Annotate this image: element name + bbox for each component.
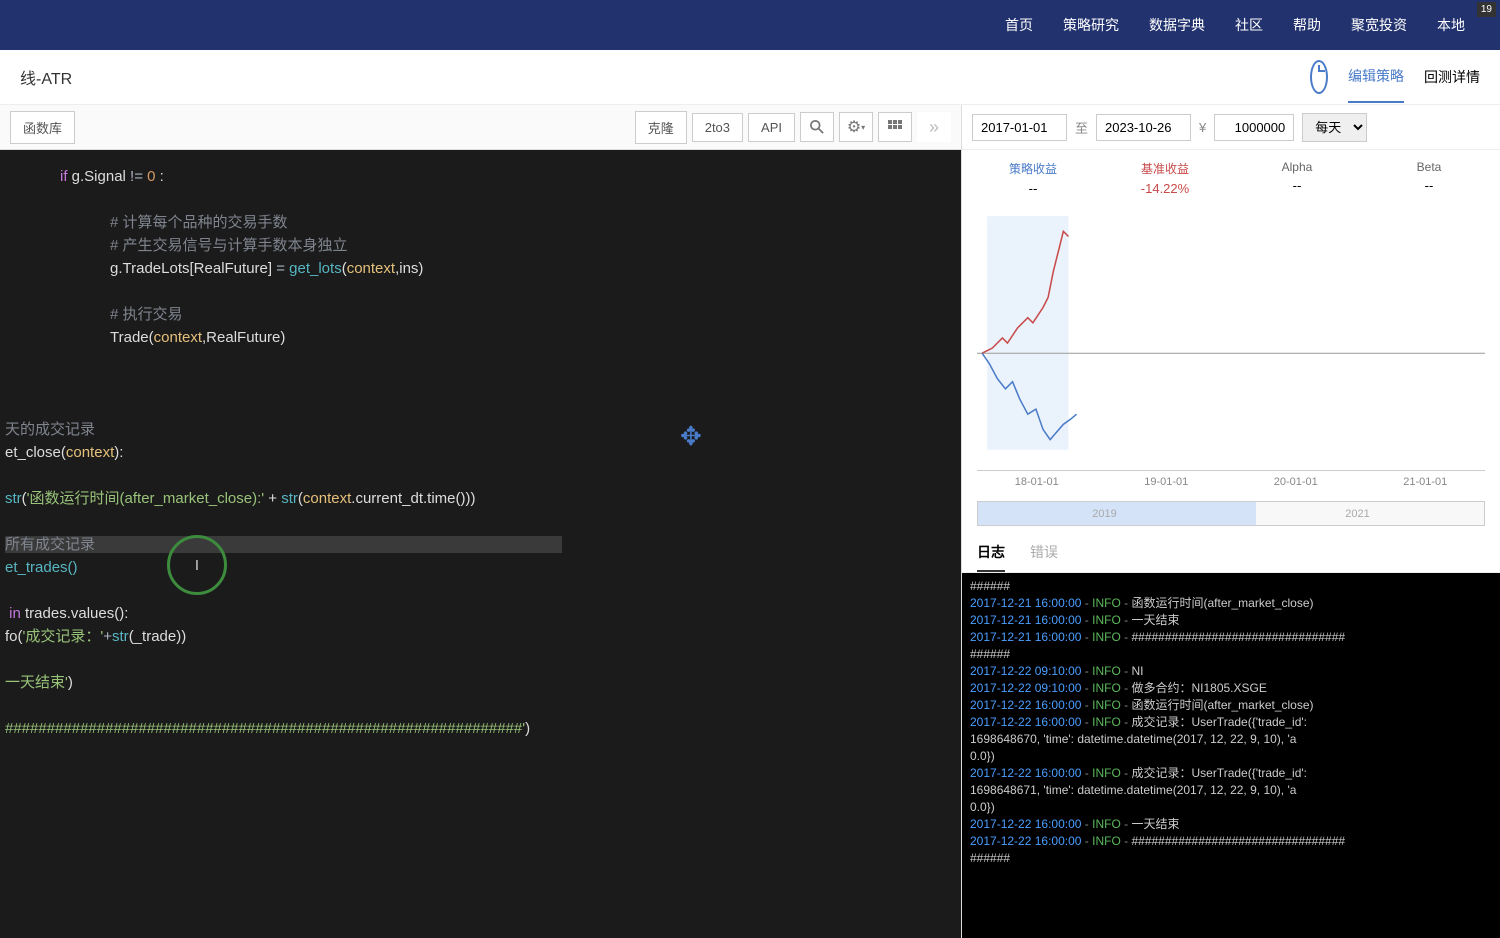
nav-research[interactable]: 策略研究 <box>1063 15 1119 35</box>
metric-strategy-return-label: 策略收益 <box>967 160 1099 177</box>
time-range-slider[interactable]: 20192021 <box>977 501 1485 526</box>
metrics-row: 策略收益-- 基准收益-14.22% Alpha-- Beta-- <box>962 150 1500 206</box>
top-nav: 首页 策略研究 数据字典 社区 帮助 聚宽投资 本地 19 <box>0 0 1500 50</box>
nav-help[interactable]: 帮助 <box>1293 15 1321 35</box>
func-lib-button[interactable]: 函数库 <box>10 111 75 144</box>
metric-strategy-return-value: -- <box>967 181 1099 196</box>
editor-toolbar: 函数库 克隆 2to3 API ⚙▾ » <box>0 105 961 150</box>
more-icon[interactable]: » <box>917 112 951 142</box>
metric-benchmark-return-value: -14.22% <box>1099 181 1231 196</box>
metric-beta-label: Beta <box>1363 160 1495 174</box>
log-tabs: 日志 错误 <box>962 534 1500 573</box>
capital-input[interactable] <box>1214 114 1294 141</box>
search-icon[interactable] <box>800 112 834 142</box>
currency-label: ¥ <box>1199 120 1206 135</box>
metric-alpha-label: Alpha <box>1231 160 1363 174</box>
gear-icon[interactable]: ⚙▾ <box>839 112 873 142</box>
tab-backtest-detail[interactable]: 回测详情 <box>1424 52 1480 102</box>
nav-invest[interactable]: 聚宽投资 <box>1351 15 1407 35</box>
date-separator: 至 <box>1075 118 1088 137</box>
nav-dict[interactable]: 数据字典 <box>1149 15 1205 35</box>
returns-chart[interactable] <box>977 206 1485 471</box>
clock-icon[interactable] <box>1310 60 1328 94</box>
api-button[interactable]: API <box>748 113 795 142</box>
tab-log[interactable]: 日志 <box>977 542 1005 572</box>
start-date-input[interactable] <box>972 114 1067 141</box>
metric-benchmark-return-label: 基准收益 <box>1099 160 1231 177</box>
nav-community[interactable]: 社区 <box>1235 15 1263 35</box>
strategy-title: 线-ATR <box>20 65 72 89</box>
clone-button[interactable]: 克隆 <box>635 111 687 144</box>
notification-badge[interactable]: 19 <box>1477 2 1496 17</box>
nav-local[interactable]: 本地 <box>1437 15 1465 35</box>
tab-error[interactable]: 错误 <box>1030 542 1058 572</box>
metric-alpha-value: -- <box>1231 178 1363 193</box>
text-cursor-indicator: I <box>167 535 227 595</box>
frequency-select[interactable]: 每天 <box>1302 113 1367 142</box>
nav-home[interactable]: 首页 <box>1005 15 1033 35</box>
metric-beta-value: -- <box>1363 178 1495 193</box>
move-icon[interactable]: ✥ <box>680 425 702 448</box>
log-output[interactable]: ######2017-12-21 16:00:00 - INFO - 函数运行时… <box>962 573 1500 938</box>
tab-edit-strategy[interactable]: 编辑策略 <box>1348 51 1404 103</box>
2to3-button[interactable]: 2to3 <box>692 113 743 142</box>
backtest-params: 至 ¥ 每天 <box>962 105 1500 150</box>
end-date-input[interactable] <box>1096 114 1191 141</box>
code-editor[interactable]: if g.Signal != 0 : # 计算每个品种的交易手数 # 产生交易信… <box>0 150 961 938</box>
sub-header: 线-ATR 编辑策略 回测详情 <box>0 50 1500 105</box>
grid-icon[interactable] <box>878 112 912 142</box>
chart-x-axis: 18-01-0119-01-0120-01-0121-01-01 <box>962 471 1500 493</box>
